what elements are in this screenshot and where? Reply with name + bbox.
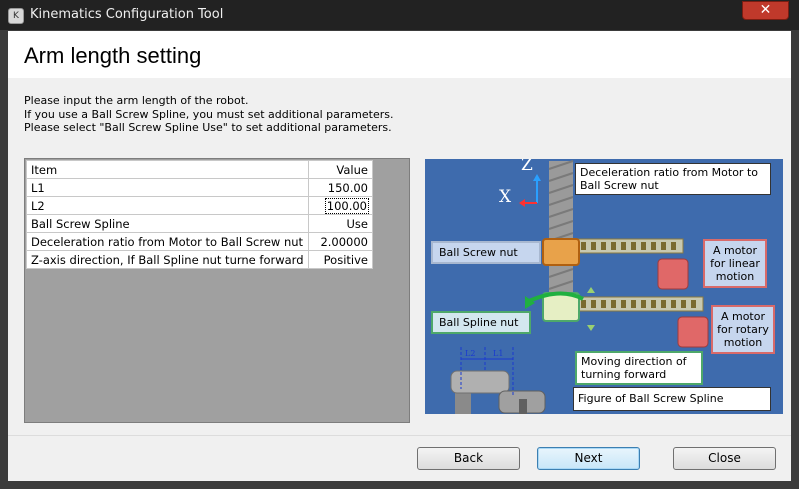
axis-z-label: Z <box>521 159 533 175</box>
title-bar: K Kinematics Configuration Tool ✕ <box>0 0 799 30</box>
row-item-label: Deceleration ratio from Motor to Ball Sc… <box>26 232 309 251</box>
table-row[interactable]: L1 150.00 <box>26 178 373 197</box>
header-band: Arm length setting <box>8 31 791 78</box>
decel-ratio-label: Deceleration ratio from Motor to Ball Sc… <box>575 163 771 195</box>
instruction-line: Please input the arm length of the robot… <box>24 94 249 107</box>
up-arrow-icon <box>587 287 595 293</box>
row-item-label: L2 <box>26 196 309 215</box>
rotary-motor-label: A motor for rotary motion <box>711 305 775 354</box>
window-title: Kinematics Configuration Tool <box>30 7 224 22</box>
table-row[interactable]: Ball Screw Spline Use <box>26 214 373 233</box>
linear-motor-label: A motor for linear motion <box>703 239 767 288</box>
ball-screw-nut-part <box>542 238 580 266</box>
column-header-value[interactable]: Value <box>307 160 373 179</box>
table-header-row: Item Value <box>26 160 373 179</box>
row-item-label: Ball Screw Spline <box>26 214 309 233</box>
footer-separator <box>8 435 791 436</box>
window-close-button[interactable]: ✕ <box>742 1 789 20</box>
app-icon: K <box>8 8 24 24</box>
table-row[interactable]: Z-axis direction, If Ball Spline nut tur… <box>26 250 373 269</box>
app-window: K Kinematics Configuration Tool ✕ Arm le… <box>0 0 799 489</box>
instructions: Please input the arm length of the robot… <box>24 94 393 135</box>
row-value-cell[interactable]: Use <box>307 214 373 233</box>
ball-screw-nut-label: Ball Screw nut <box>431 241 541 264</box>
row-value-cell[interactable]: 150.00 <box>307 178 373 197</box>
row-value-cell-selected[interactable]: 100.00 <box>307 196 373 215</box>
row-value-cell[interactable]: Positive <box>307 250 373 269</box>
figure-caption: Figure of Ball Screw Spline <box>573 387 771 411</box>
row-item-label: Z-axis direction, If Ball Spline nut tur… <box>26 250 309 269</box>
dialog-body: Arm length setting Please input the arm … <box>8 31 791 481</box>
instruction-line: Please select "Ball Screw Spline Use" to… <box>24 121 392 134</box>
selected-value-text[interactable]: 100.00 <box>324 197 370 214</box>
next-button[interactable]: Next <box>537 447 640 470</box>
axis-x-label: X <box>499 187 512 207</box>
robot-arm-1 <box>450 370 510 394</box>
parameter-table: Item Value L1 150.00 L2 100.00 Ball Scre… <box>26 160 373 269</box>
instruction-line: If you use a Ball Screw Spline, you must… <box>24 107 394 121</box>
row-value-cell[interactable]: 2.00000 <box>307 232 373 251</box>
rotary-motor-part <box>677 316 709 348</box>
close-button[interactable]: Close <box>673 447 776 470</box>
table-row[interactable]: Deceleration ratio from Motor to Ball Sc… <box>26 232 373 251</box>
row-item-label: L1 <box>26 178 309 197</box>
down-arrow-icon <box>587 325 595 331</box>
back-button[interactable]: Back <box>417 447 520 470</box>
page-title: Arm length setting <box>24 43 202 68</box>
z-arrowhead-icon <box>533 174 541 181</box>
x-arrowhead-icon <box>519 199 525 207</box>
ball-screw-spline-figure: Z X Deceleration ratio from Motor to Bal… <box>425 159 783 414</box>
table-row[interactable]: L2 100.00 <box>26 196 373 215</box>
column-header-item[interactable]: Item <box>26 160 309 179</box>
parameter-grid: Item Value L1 150.00 L2 100.00 Ball Scre… <box>24 158 410 423</box>
linear-motor-part <box>657 258 689 290</box>
moving-direction-label: Moving direction of turning forward <box>575 351 703 385</box>
ball-spline-nut-label: Ball Spline nut <box>431 311 531 334</box>
dim-l2-label: L2 <box>465 349 476 358</box>
robot-shaft <box>519 399 527 414</box>
dim-l1-label: L1 <box>493 349 504 358</box>
